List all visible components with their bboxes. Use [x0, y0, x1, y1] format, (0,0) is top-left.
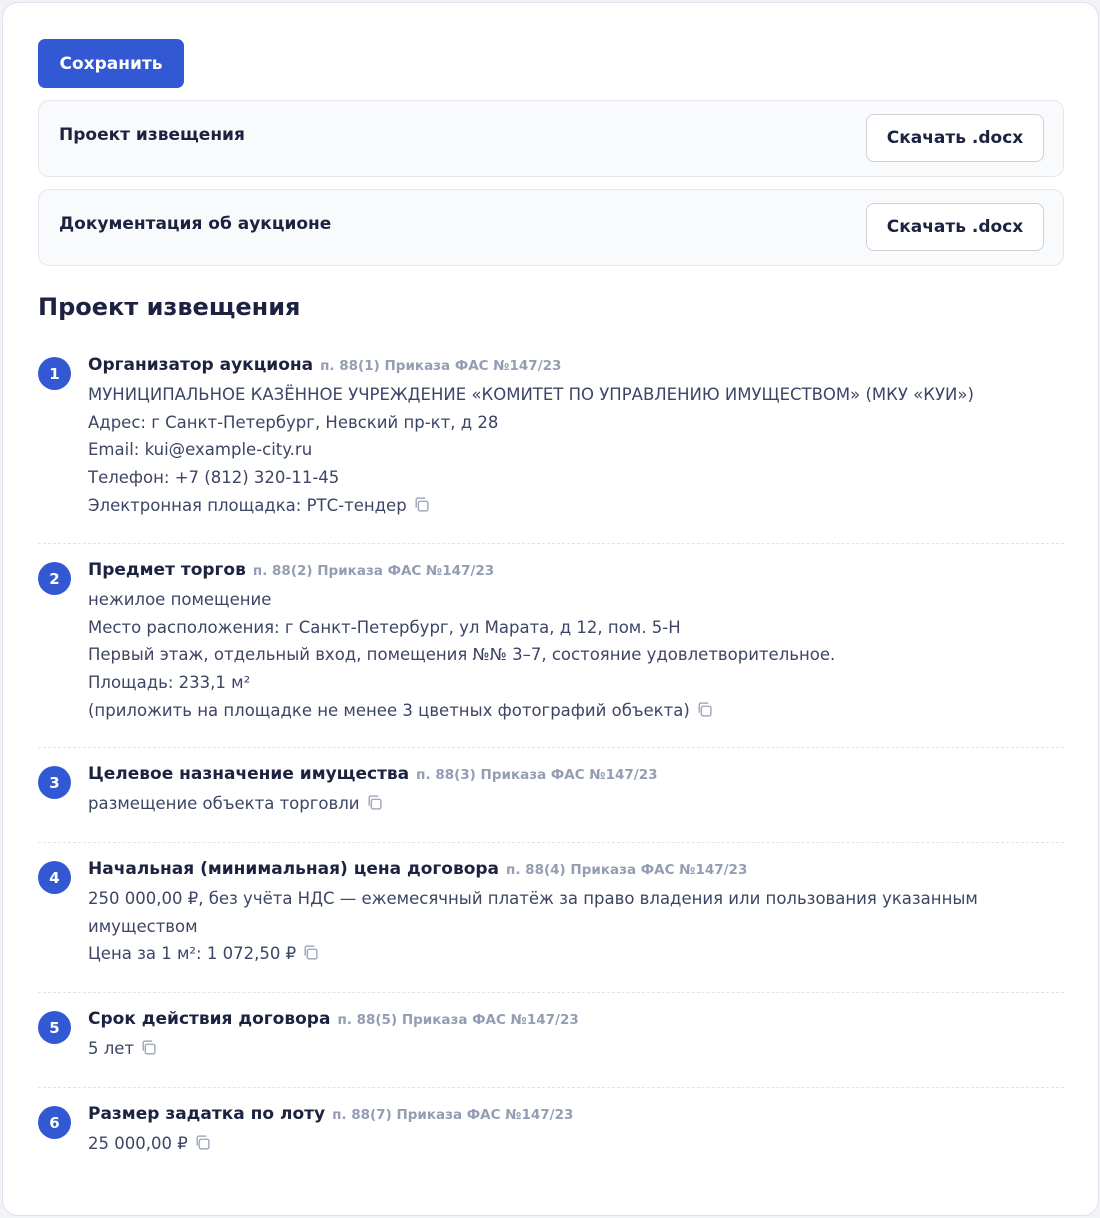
item-value-line: Телефон: +7 (812) 320-11-45 [88, 468, 340, 488]
item-title: Срок действия договора [88, 1009, 331, 1029]
item-value-line: Адрес: г Санкт-Петербург, Невский пр-кт,… [88, 412, 499, 432]
item-divider [38, 747, 1064, 748]
item-value-line: Электронная площадка: РТС-тендер [88, 495, 407, 515]
item-value-line: нежилое помещение [88, 590, 272, 609]
document-title: Проект извещения [59, 125, 245, 145]
item-divider [38, 842, 1064, 843]
document-row-auction-docs: Документация об аукционе Скачать .docx [38, 189, 1064, 266]
item-legal-reference: п. 88(1) Приказа ФАС №147/23 [320, 358, 562, 374]
item-value-line: 5 лет [88, 1039, 135, 1058]
item-value-line: размещение объекта торговли [88, 794, 360, 813]
item-legal-reference: п. 88(7) Приказа ФАС №147/23 [332, 1107, 574, 1123]
item-value-line: Первый этаж, отдельный вход, помещения №… [88, 645, 836, 665]
copy-icon[interactable] [194, 1134, 211, 1151]
item-number-badge: 6 [38, 1106, 71, 1139]
item-divider [38, 1087, 1064, 1088]
section-title: Проект извещения [38, 293, 301, 321]
download-docx-button[interactable]: Скачать .docx [866, 203, 1044, 251]
item-divider [38, 543, 1064, 544]
item-legal-reference: п. 88(3) Приказа ФАС №147/23 [416, 767, 658, 783]
item-value-line: Место расположения: г Санкт-Петербург, у… [88, 617, 681, 637]
item-number-badge: 1 [38, 357, 71, 390]
notice-card: Сохранить Проект извещения Скачать .docx… [2, 2, 1099, 1216]
copy-icon[interactable] [302, 944, 319, 961]
item-value-line: Email: kui@example-city.ru [88, 440, 313, 460]
item-number-badge: 4 [38, 861, 71, 894]
item-title: Размер задатка по лоту [88, 1104, 326, 1124]
item-title: Целевое назначение имущества [88, 764, 410, 784]
save-button[interactable]: Сохранить [38, 39, 184, 88]
item-value-line: Цена за 1 м²: 1 072,50 ₽ [88, 944, 297, 964]
item-title: Предмет торгов [88, 560, 246, 580]
copy-icon[interactable] [140, 1039, 157, 1056]
item-value-line: 250 000,00 ₽, без учёта НДС — ежемесячны… [88, 889, 978, 908]
item-legal-reference: п. 88(2) Приказа ФАС №147/23 [252, 563, 495, 579]
item-number-badge: 5 [38, 1011, 71, 1044]
item-value-line: 25 000,00 ₽ [88, 1134, 188, 1153]
item-title: Начальная (минимальная) цена договора [88, 859, 500, 879]
document-title: Документация об аукционе [59, 214, 332, 234]
item-number-badge: 2 [38, 562, 71, 595]
item-value-line: (приложить на площадке не менее 3 цветны… [88, 700, 690, 720]
document-row-notice: Проект извещения Скачать .docx [38, 100, 1064, 177]
item-divider [38, 992, 1064, 993]
copy-icon[interactable] [696, 701, 713, 718]
copy-icon[interactable] [413, 496, 430, 513]
item-number-badge: 3 [38, 766, 71, 799]
item-value-line: МУНИЦИПАЛЬНОЕ КАЗЁННОЕ УЧРЕЖДЕНИЕ «КОМИТ… [88, 385, 974, 404]
item-legal-reference: п. 88(4) Приказа ФАС №147/23 [506, 862, 748, 878]
copy-icon[interactable] [366, 794, 383, 811]
item-value-line: имуществом [88, 916, 198, 936]
download-docx-button[interactable]: Скачать .docx [866, 114, 1044, 162]
item-legal-reference: п. 88(5) Приказа ФАС №147/23 [337, 1012, 579, 1028]
item-value-line: Площадь: 233,1 м² [88, 673, 251, 693]
item-title: Организатор аукциона [88, 355, 314, 375]
